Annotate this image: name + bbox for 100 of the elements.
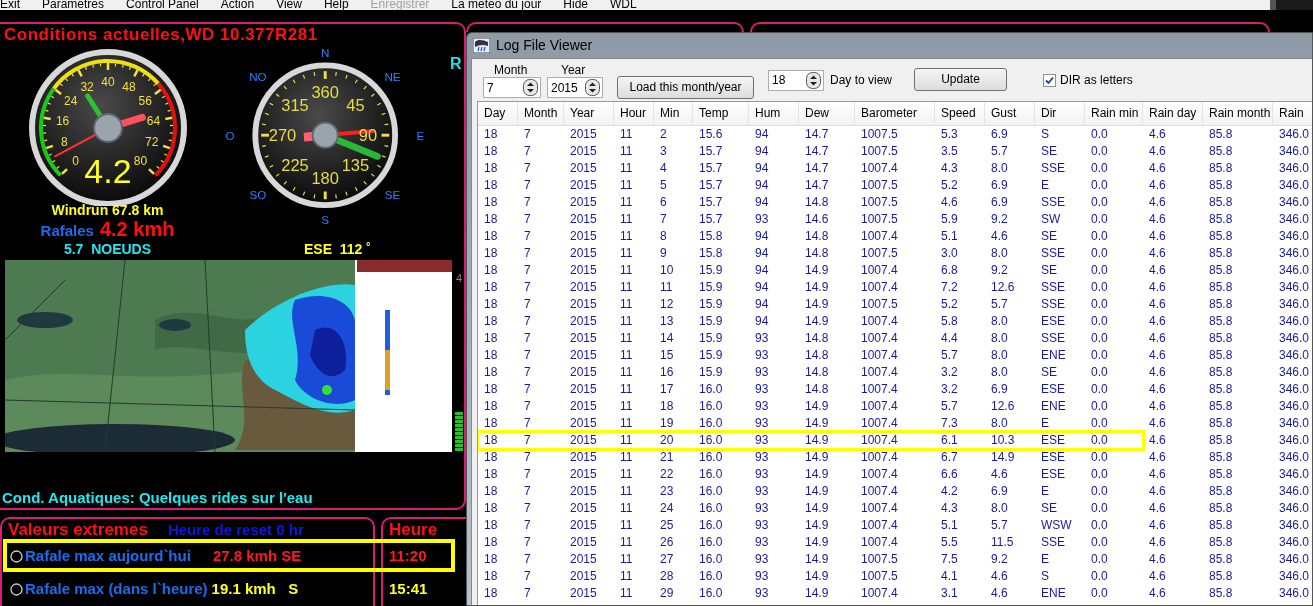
column-header[interactable]: Temp <box>693 102 749 125</box>
table-cell-text: 3 <box>659 143 668 160</box>
radio-button[interactable] <box>10 583 23 596</box>
table-cell-text: 11 <box>619 466 634 483</box>
column-header[interactable]: Day <box>478 102 518 125</box>
column-header[interactable]: Hour <box>614 102 654 125</box>
table-cell-text: 11 <box>619 568 634 585</box>
table-cell-text: 4.6 <box>1148 194 1167 211</box>
table-cell-text: 14.9 <box>804 534 830 551</box>
menu-item[interactable]: Exit <box>0 0 20 10</box>
table-cell-text: 26 <box>659 534 675 551</box>
table-cell-text: 0.0 <box>1090 313 1109 330</box>
table-cell-text: 94 <box>754 245 770 262</box>
table-cell-text: 7 <box>523 211 532 228</box>
table-cell-text: 85.8 <box>1208 245 1234 262</box>
table-cell-text: 94 <box>754 194 770 211</box>
load-button[interactable]: Load this month/year <box>617 75 754 99</box>
table-cell-text: 7 <box>523 347 532 364</box>
table-cell-text: 1007.5 <box>860 143 899 160</box>
table-cell-text: 16.0 <box>698 466 724 483</box>
menu-item[interactable]: Control Panel <box>126 0 199 10</box>
window-frame <box>1270 0 1313 10</box>
table-cell-text: 94 <box>754 296 770 313</box>
table-cell-text: 4.6 <box>990 568 1009 585</box>
year-spinbox[interactable]: 2015 <box>547 77 603 98</box>
table-cell-text: SW <box>1040 211 1062 228</box>
menu-item[interactable]: WDL <box>610 0 637 10</box>
radio-button[interactable] <box>10 550 23 563</box>
month-spinbox[interactable]: 7 <box>483 77 541 98</box>
table-cell-text: 85.8 <box>1208 279 1234 296</box>
column-header[interactable]: Rain day <box>1143 102 1203 125</box>
table-cell-text: 1007.4 <box>860 517 899 534</box>
column-header[interactable]: Gust <box>985 102 1035 125</box>
column-header[interactable]: Min <box>654 102 693 125</box>
table-cell-text: 3.2 <box>940 364 959 381</box>
table-cell-text: 93 <box>754 483 770 500</box>
table-cell-text: 11 <box>619 517 634 534</box>
record-value: 19.1 kmh S <box>211 579 299 600</box>
table-cell-text: 15.9 <box>698 313 724 330</box>
menu-item[interactable]: Hide <box>563 0 589 10</box>
table-cell-text: 23 <box>659 483 675 500</box>
table-cell-text: 4.6 <box>1148 245 1167 262</box>
gauge-reading: 4.2 <box>83 152 132 190</box>
table-cell-text: 94 <box>754 228 770 245</box>
table-cell-text: 11 <box>619 432 634 449</box>
dial-number: 64 <box>146 113 160 128</box>
menu-item[interactable]: View <box>276 0 302 10</box>
table-cell-text: 4.6 <box>1148 177 1167 194</box>
table-cell-text: E <box>1040 483 1050 500</box>
table-cell-text: 85.8 <box>1208 364 1234 381</box>
dial-number: 80 <box>133 153 147 168</box>
table-cell-text: 15.9 <box>698 296 724 313</box>
table-cell-text: 18 <box>483 211 499 228</box>
table-cell-text: 346.0 <box>1278 398 1311 415</box>
menu-item[interactable]: Parametres <box>42 0 105 10</box>
column-header[interactable]: Speed <box>935 102 985 125</box>
column-header[interactable]: Hum <box>749 102 799 125</box>
menu-item[interactable]: La meteo du jour <box>451 0 542 10</box>
table-cell-text: 3.0 <box>940 245 959 262</box>
table-cell-text: 4.6 <box>990 585 1009 602</box>
table-cell-text: 85.8 <box>1208 568 1234 585</box>
update-button[interactable]: Update <box>914 67 1008 91</box>
table-cell-text: 85.8 <box>1208 126 1234 143</box>
table-cell-text: 2015 <box>569 211 598 228</box>
column-header[interactable]: Dew <box>799 102 855 125</box>
table-cell-text: 2015 <box>569 347 598 364</box>
table-cell-text: 346.0 <box>1278 177 1311 194</box>
table-cell-text: 1007.5 <box>860 126 899 143</box>
table-cell-text: 11 <box>619 177 634 194</box>
column-header[interactable]: Barometer <box>855 102 935 125</box>
table-cell-text: 11 <box>619 483 634 500</box>
table-cell-text: 14.9 <box>804 313 830 330</box>
compass-point-label: SE <box>384 188 401 202</box>
window-title: Log File Viewer <box>496 36 593 55</box>
column-header[interactable]: Year <box>564 102 614 125</box>
compass-point-label: SO <box>249 188 267 202</box>
table-cell-text: 2015 <box>569 449 598 466</box>
checkbox[interactable] <box>1043 73 1057 87</box>
table-cell-text: 6.9 <box>990 177 1009 194</box>
table-cell-text: 18 <box>483 160 499 177</box>
table-cell-text: 346.0 <box>1278 483 1311 500</box>
table-cell-text: 346.0 <box>1278 364 1311 381</box>
day-spinbox[interactable]: 18 <box>768 69 824 91</box>
menu-item[interactable]: Action <box>220 0 255 10</box>
table-cell-text: 1007.4 <box>860 228 899 245</box>
menu-item[interactable]: Help <box>323 0 349 10</box>
column-header[interactable]: Month <box>518 102 564 125</box>
spinner-icon <box>806 71 821 89</box>
column-header[interactable]: Rain min <box>1085 102 1143 125</box>
table-cell-text: 7 <box>523 483 532 500</box>
table-cell-text: 93 <box>754 466 770 483</box>
table-cell-text: 7 <box>523 500 532 517</box>
table-cell-text: 0.0 <box>1090 364 1109 381</box>
column-header[interactable]: Dir <box>1035 102 1085 125</box>
table-cell-text: 2015 <box>569 432 598 449</box>
table-cell-text: 2015 <box>569 143 598 160</box>
table-cell-text: 94 <box>754 262 770 279</box>
table-cell-text: 18 <box>483 279 499 296</box>
column-header[interactable]: Rain month <box>1203 102 1273 125</box>
field-label: Month <box>493 64 529 77</box>
